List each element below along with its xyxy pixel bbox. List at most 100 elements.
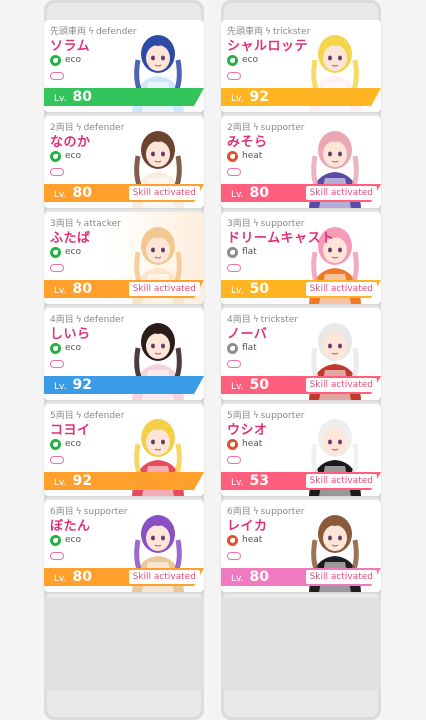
level-display: Lv. 80 (54, 185, 92, 201)
level-bar: Lv. 80 Skill activated (44, 280, 204, 298)
left-column: 先頭車両 ϟ defender ソラム eco Lv. 80 2両目 ϟ def… (44, 0, 204, 720)
attribute-label: eco (65, 535, 81, 545)
character-name: ノーバ (227, 327, 268, 342)
character-name: みそら (227, 135, 268, 150)
level-value: 80 (249, 185, 269, 201)
character-card[interactable]: 5両目 ϟ supporter ウシオ heat Lv. 53 Skill acti… (221, 404, 381, 496)
character-card[interactable]: 3両目 ϟ supporter ドリームキャスト flat Lv. 50 Skill… (221, 212, 381, 304)
level-display: Lv. 80 (54, 89, 92, 105)
character-name: ソラム (50, 39, 91, 54)
level-label: Lv. (231, 382, 244, 392)
attribute-label: heat (242, 535, 263, 545)
level-label: Lv. (231, 190, 244, 200)
level-value: 80 (72, 185, 92, 201)
pink-pill-icon (50, 360, 64, 368)
character-card[interactable]: 3両目 ϟ attacker ふたば eco Lv. 80 Skill activa… (44, 212, 204, 304)
attribute-badge: eco (227, 54, 258, 66)
leaf-icon (50, 246, 61, 258)
attribute-label: eco (65, 151, 81, 161)
level-value: 92 (249, 89, 269, 105)
attribute-label: heat (242, 151, 263, 161)
pink-pill-icon (227, 264, 241, 272)
level-display: Lv. 53 (231, 473, 269, 489)
attribute-label: eco (242, 55, 258, 65)
character-name: ふたば (50, 231, 91, 246)
attribute-label: eco (65, 55, 81, 65)
character-name: ぼたん (50, 519, 91, 534)
right-column: 先頭車両 ϟ trickster シャルロッテ eco Lv. 92 2両目 ϟ… (221, 0, 381, 720)
character-name: レイカ (227, 519, 268, 534)
character-name: コヨイ (50, 423, 91, 438)
level-label: Lv. (54, 478, 67, 488)
level-bar: Lv. 80 Skill activated (221, 568, 381, 586)
skill-activated-badge: Skill activated (305, 282, 377, 296)
empty-slot-right (221, 598, 381, 690)
skill-activated-badge: Skill activated (305, 474, 377, 488)
character-name: ドリームキャスト (227, 231, 335, 246)
attribute-label: heat (242, 439, 263, 449)
level-value: 80 (72, 89, 92, 105)
skill-activated-badge: Skill activated (128, 186, 200, 200)
character-card[interactable]: 4両目 ϟ trickster ノーバ flat Lv. 50 Skill acti… (221, 308, 381, 400)
pink-pill-icon (50, 168, 64, 176)
level-display: Lv. 92 (54, 377, 92, 393)
character-card[interactable]: 6両目 ϟ supporter ぼたん eco Lv. 80 Skill activ… (44, 500, 204, 592)
attribute-badge: flat (227, 246, 257, 258)
character-card[interactable]: 2両目 ϟ supporter みそら heat Lv. 80 Skill acti… (221, 116, 381, 208)
character-card[interactable]: 先頭車両 ϟ trickster シャルロッテ eco Lv. 92 (221, 20, 381, 112)
pink-pill-icon (50, 72, 64, 80)
character-card[interactable]: 先頭車両 ϟ defender ソラム eco Lv. 80 (44, 20, 204, 112)
skill-activated-badge: Skill activated (305, 570, 377, 584)
level-label: Lv. (54, 286, 67, 296)
level-bar: Lv. 80 (44, 88, 204, 106)
level-value: 80 (72, 569, 92, 585)
level-bar: Lv. 80 Skill activated (44, 184, 204, 202)
level-label: Lv. (54, 382, 67, 392)
attribute-badge: heat (227, 438, 262, 450)
attribute-label: flat (242, 343, 257, 353)
pink-pill-icon (50, 552, 64, 560)
leaf-icon (227, 246, 238, 258)
level-bar: Lv. 80 Skill activated (44, 568, 204, 586)
level-label: Lv. (231, 286, 244, 296)
leaf-icon (227, 534, 238, 546)
level-bar: Lv. 92 (44, 472, 204, 490)
character-name: ウシオ (227, 423, 268, 438)
skill-activated-badge: Skill activated (128, 282, 200, 296)
attribute-label: eco (65, 247, 81, 257)
level-display: Lv. 80 (54, 569, 92, 585)
level-display: Lv. 92 (231, 89, 269, 105)
character-card[interactable]: 4両目 ϟ defender しいら eco Lv. 92 (44, 308, 204, 400)
attribute-badge: eco (50, 246, 81, 258)
pink-pill-icon (227, 456, 241, 464)
level-display: Lv. 80 (231, 569, 269, 585)
level-value: 92 (72, 377, 92, 393)
leaf-icon (50, 534, 61, 546)
leaf-icon (227, 438, 238, 450)
level-label: Lv. (54, 94, 67, 104)
level-display: Lv. 80 (231, 185, 269, 201)
level-value: 50 (249, 281, 269, 297)
leaf-icon (50, 438, 61, 450)
attribute-badge: eco (50, 534, 81, 546)
leaf-icon (50, 342, 61, 354)
level-bar: Lv. 53 Skill activated (221, 472, 381, 490)
attribute-badge: eco (50, 438, 81, 450)
character-card[interactable]: 5両目 ϟ defender コヨイ eco Lv. 92 (44, 404, 204, 496)
level-value: 92 (72, 473, 92, 489)
skill-activated-badge: Skill activated (305, 186, 377, 200)
leaf-icon (227, 342, 238, 354)
attribute-badge: eco (50, 150, 81, 162)
level-display: Lv. 50 (231, 377, 269, 393)
pink-pill-icon (227, 72, 241, 80)
attribute-label: flat (242, 247, 257, 257)
pink-pill-icon (50, 456, 64, 464)
level-value: 80 (249, 569, 269, 585)
level-value: 80 (72, 281, 92, 297)
attribute-badge: flat (227, 342, 257, 354)
character-card[interactable]: 2両目 ϟ defender なのか eco Lv. 80 Skill activa… (44, 116, 204, 208)
level-label: Lv. (54, 574, 67, 584)
character-card[interactable]: 6両目 ϟ supporter レイカ heat Lv. 80 Skill acti… (221, 500, 381, 592)
character-name: シャルロッテ (227, 39, 309, 54)
skill-activated-badge: Skill activated (128, 570, 200, 584)
